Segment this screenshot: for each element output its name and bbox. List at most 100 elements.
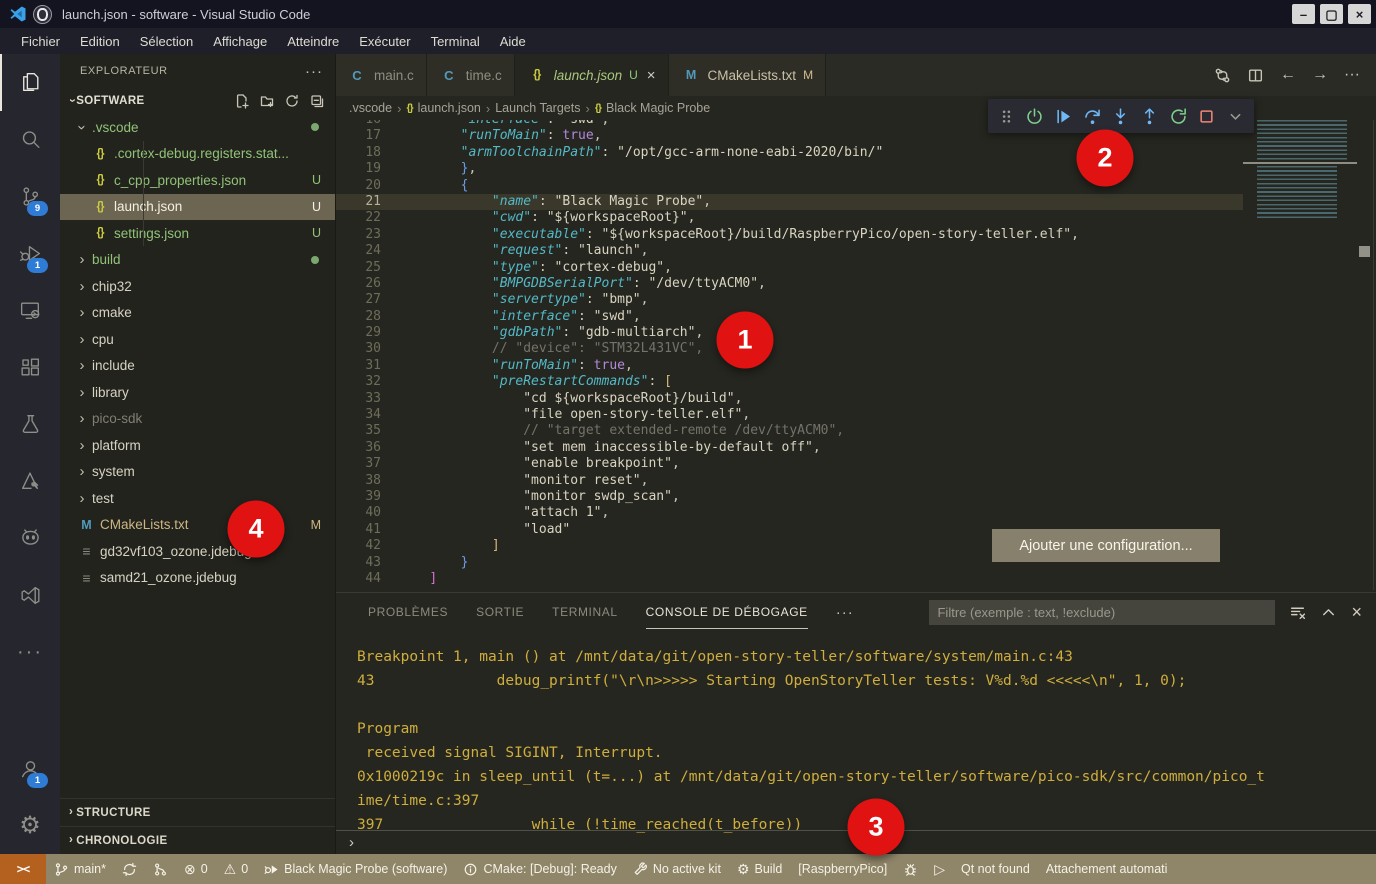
panel-more-icon[interactable]: ··· — [836, 604, 854, 621]
menu-item[interactable]: Aide — [491, 31, 535, 52]
tab-time.c[interactable]: Ctime.c — [427, 54, 515, 96]
tree-item-pico-sdk[interactable]: ›pico-sdk — [60, 406, 335, 433]
tree-item-gd32vf103_ozone.jdebug[interactable]: ≡gd32vf103_ozone.jdebug — [60, 538, 335, 565]
section-chronologie[interactable]: ›CHRONOLOGIE — [60, 826, 335, 854]
status-attachement-automati[interactable]: Attachement automati — [1038, 862, 1176, 876]
arrow-left-icon[interactable]: ← — [1280, 66, 1296, 84]
remote-explorer-icon[interactable] — [0, 282, 60, 339]
close-tab-icon[interactable]: × — [647, 67, 656, 84]
tree-item-build[interactable]: ›build — [60, 247, 335, 274]
new-folder-icon[interactable] — [259, 93, 275, 109]
cmake-tools-icon[interactable] — [0, 453, 60, 510]
open-changes-icon[interactable] — [1214, 67, 1231, 84]
tree-item-.cortex-debug.registers.stat...[interactable]: {}.cortex-debug.registers.stat... — [60, 141, 335, 168]
visual-studio-icon[interactable] — [0, 567, 60, 624]
status-sync[interactable] — [114, 862, 145, 877]
search-icon[interactable] — [0, 111, 60, 168]
minimap[interactable] — [1243, 120, 1357, 220]
breadcrumb-item[interactable]: launch.json — [418, 101, 481, 115]
drag-handle-icon[interactable] — [993, 103, 1019, 129]
split-editor-icon[interactable] — [1247, 67, 1264, 84]
test-beaker-icon[interactable] — [0, 396, 60, 453]
new-file-icon[interactable] — [234, 93, 250, 109]
chevron-down-icon[interactable] — [1223, 103, 1249, 129]
clear-console-icon[interactable] — [1289, 604, 1306, 621]
step-into-icon[interactable] — [1108, 103, 1134, 129]
continue-icon[interactable] — [1051, 103, 1077, 129]
status--raspberrypico-[interactable]: [RaspberryPico] — [790, 862, 895, 876]
refresh-icon[interactable] — [284, 93, 300, 109]
tree-item-.vscode[interactable]: ›.vscode — [60, 114, 335, 141]
panel-tab-TERMINAL[interactable]: TERMINAL — [552, 596, 617, 629]
menu-item[interactable]: Terminal — [422, 31, 489, 52]
tab-launch.json[interactable]: {}launch.jsonU× — [515, 54, 669, 96]
panel-tab-PROBLÈMES[interactable]: PROBLÈMES — [368, 596, 448, 629]
extensions-icon[interactable] — [0, 339, 60, 396]
collapse-all-icon[interactable] — [309, 93, 325, 109]
status-play[interactable]: ▷ — [926, 862, 953, 876]
source-control-icon[interactable]: 9 — [0, 168, 60, 225]
breadcrumb-item[interactable]: Launch Targets — [495, 101, 580, 115]
run-debug-icon[interactable]: 1 — [0, 225, 60, 282]
status-black-magic-probe-software-[interactable]: Black Magic Probe (software) — [256, 862, 455, 877]
workspace-section[interactable]: › SOFTWARE — [60, 88, 335, 114]
status-0[interactable]: ⊗0 — [176, 862, 216, 876]
status-bug[interactable] — [895, 862, 926, 877]
status-no-active-kit[interactable]: No active kit — [625, 862, 729, 877]
explorer-more-icon[interactable]: ··· — [305, 63, 323, 80]
menu-item[interactable]: Atteindre — [278, 31, 348, 52]
restart-icon[interactable] — [1165, 103, 1191, 129]
arrow-right-icon[interactable]: → — [1312, 66, 1328, 84]
account-icon[interactable]: 1 — [0, 740, 60, 797]
tab-CMakeLists.txt[interactable]: MCMakeLists.txtM — [669, 54, 827, 96]
power-icon[interactable] — [1022, 103, 1048, 129]
panel-tab-SORTIE[interactable]: SORTIE — [476, 596, 524, 629]
remote-indicator[interactable]: >< — [0, 854, 46, 884]
status-qt-not-found[interactable]: Qt not found — [953, 862, 1038, 876]
status-build[interactable]: ⚙Build — [729, 862, 790, 876]
status-main-[interactable]: main* — [46, 862, 114, 877]
tree-item-cmake[interactable]: ›cmake — [60, 300, 335, 327]
menu-item[interactable]: Exécuter — [350, 31, 419, 52]
close-button[interactable]: × — [1348, 4, 1371, 24]
menu-item[interactable]: Affichage — [204, 31, 276, 52]
tree-item-settings.json[interactable]: {}settings.jsonU — [60, 220, 335, 247]
step-over-icon[interactable] — [1079, 103, 1105, 129]
more-actions-icon[interactable]: ··· — [0, 624, 60, 681]
breadcrumb-item[interactable]: .vscode — [349, 101, 392, 115]
tree-item-chip32[interactable]: ›chip32 — [60, 273, 335, 300]
tree-item-c_cpp_properties.json[interactable]: {}c_cpp_properties.jsonU — [60, 167, 335, 194]
panel-tab-CONSOLE DE DÉBOGAGE[interactable]: CONSOLE DE DÉBOGAGE — [646, 596, 808, 629]
tree-item-include[interactable]: ›include — [60, 353, 335, 380]
status-cmake-debug-ready[interactable]: CMake: [Debug]: Ready — [455, 862, 624, 877]
minimize-button[interactable]: – — [1292, 4, 1315, 24]
tab-main.c[interactable]: Cmain.c — [335, 54, 427, 96]
maximize-button[interactable]: ▢ — [1320, 4, 1343, 24]
debug-filter-input[interactable] — [929, 600, 1275, 625]
tree-item-launch.json[interactable]: {}launch.jsonU — [60, 194, 335, 221]
code-editor[interactable]: 16 "interface": "swd",17 "runToMain": tr… — [335, 112, 1376, 592]
step-out-icon[interactable] — [1137, 103, 1163, 129]
stop-icon[interactable] — [1194, 103, 1220, 129]
menu-item[interactable]: Fichier — [12, 31, 69, 52]
menu-item[interactable]: Edition — [71, 31, 129, 52]
tree-item-cpu[interactable]: ›cpu — [60, 326, 335, 353]
status-graph[interactable] — [145, 862, 176, 877]
tree-item-library[interactable]: ›library — [60, 379, 335, 406]
explorer-icon[interactable] — [0, 54, 60, 111]
maximize-panel-icon[interactable] — [1320, 604, 1337, 621]
editor-scrollbar[interactable] — [1359, 246, 1370, 257]
platformio-icon[interactable] — [0, 510, 60, 567]
section-structure[interactable]: ›STRUCTURE — [60, 798, 335, 826]
tree-item-test[interactable]: ›test — [60, 485, 335, 512]
tree-item-CMakeLists.txt[interactable]: MCMakeLists.txtM — [60, 512, 335, 539]
menu-item[interactable]: Sélection — [131, 31, 202, 52]
status-0[interactable]: ⚠0 — [216, 862, 257, 876]
close-panel-icon[interactable]: × — [1351, 602, 1362, 623]
breadcrumb-item[interactable]: Black Magic Probe — [606, 101, 710, 115]
more-icon[interactable]: ··· — [1344, 66, 1360, 84]
tree-item-samd21_ozone.jdebug[interactable]: ≡samd21_ozone.jdebug — [60, 565, 335, 592]
tree-item-system[interactable]: ›system — [60, 459, 335, 486]
tree-item-platform[interactable]: ›platform — [60, 432, 335, 459]
settings-gear-icon[interactable]: ⚙ — [0, 797, 60, 854]
